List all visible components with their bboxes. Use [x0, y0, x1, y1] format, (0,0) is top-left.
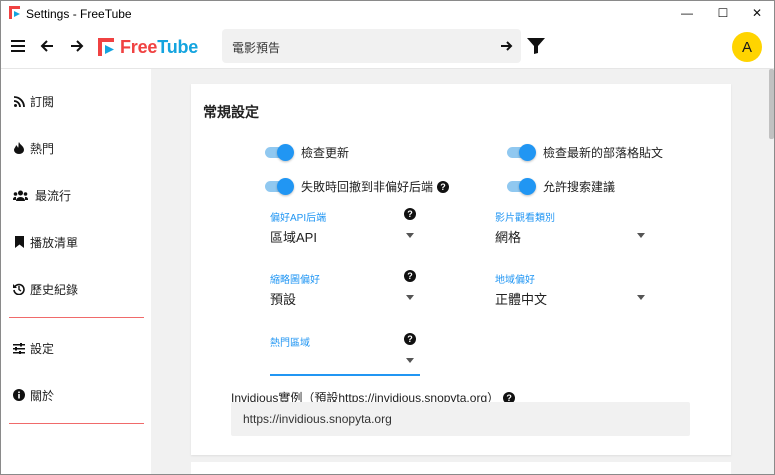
dropdown-arrow-icon [406, 233, 414, 238]
help-icon[interactable]: ? [437, 180, 450, 193]
sidebar-item-label: 播放清單 [30, 235, 79, 250]
toggle-track [507, 144, 536, 161]
window-title: Settings - FreeTube [26, 7, 132, 21]
sidebar-divider [9, 317, 144, 318]
select-value: 區域API [270, 230, 317, 245]
arrow-right-icon [71, 40, 84, 52]
sliders-icon [13, 342, 25, 354]
filter-icon[interactable] [527, 38, 545, 54]
avatar[interactable]: A [732, 32, 762, 62]
toggle-label: 檢查更新 [301, 146, 350, 160]
toggle-knob [277, 144, 294, 161]
search-input[interactable] [232, 38, 492, 56]
help-icon[interactable]: ? [404, 208, 416, 220]
history-icon [13, 283, 25, 295]
invidious-field [231, 402, 690, 436]
dropdown-arrow-icon [406, 358, 414, 363]
toggle-label: 失敗時回撤到非偏好后端 [301, 180, 434, 194]
sidebar-item-label: 熱門 [30, 141, 55, 156]
sidebar: 訂閱 熱門 最流行 播放清單 歷史紀錄 設定 關於 [1, 69, 151, 474]
invidious-input[interactable] [243, 410, 673, 428]
sidebar-item-history[interactable]: 歷史紀錄 [1, 274, 151, 304]
next-settings-card [191, 462, 731, 474]
scrollbar-thumb[interactable] [769, 69, 774, 139]
close-button[interactable]: ✕ [738, 1, 774, 25]
select-value: 正體中文 [495, 292, 548, 307]
minimize-icon: — [681, 6, 693, 20]
toggle-knob [519, 144, 536, 161]
toggle-check-updates[interactable]: 檢查更新 [265, 144, 349, 161]
rss-icon [13, 95, 25, 107]
select-label: 縮略圖偏好 [270, 275, 320, 286]
sidebar-item-label: 歷史紀錄 [30, 282, 79, 297]
toggle-fallback-backend[interactable]: 失敗時回撤到非偏好后端 ? [265, 178, 450, 195]
sidebar-item-playlists[interactable]: 播放清單 [1, 227, 151, 257]
forward-button[interactable] [66, 35, 88, 57]
select-label: 偏好API后端 [270, 213, 327, 224]
maximize-icon: ☐ [717, 6, 729, 20]
sidebar-item-about[interactable]: 關於 [1, 380, 151, 410]
back-button[interactable] [36, 35, 58, 57]
search-go-icon[interactable] [499, 38, 515, 54]
toggle-track [265, 178, 294, 195]
sidebar-item-trending[interactable]: 熱門 [1, 133, 151, 163]
logo-mark-icon [98, 38, 114, 56]
dropdown-arrow-icon [637, 295, 645, 300]
sidebar-item-label: 設定 [30, 341, 55, 356]
help-icon[interactable]: ? [404, 333, 416, 345]
fire-icon [13, 142, 25, 154]
sidebar-item-label: 關於 [30, 388, 55, 403]
toggle-track [507, 178, 536, 195]
sidebar-item-label: 最流行 [35, 188, 72, 203]
menu-button[interactable] [7, 35, 29, 57]
dropdown-arrow-icon [637, 233, 645, 238]
close-icon: ✕ [751, 6, 763, 20]
sidebar-item-popular[interactable]: 最流行 [1, 180, 151, 210]
info-icon [13, 389, 25, 401]
top-nav: FreeTube A [1, 25, 774, 69]
select-label: 熱門區域 [270, 338, 310, 349]
focus-underline [270, 374, 420, 376]
arrow-left-icon [40, 40, 53, 52]
toggle-knob [519, 178, 536, 195]
logo-free: Free [120, 36, 158, 57]
logo-tube: Tube [157, 36, 199, 57]
logo-text: FreeTube [120, 37, 198, 58]
scrollbar[interactable] [768, 69, 774, 474]
toggle-knob [277, 178, 294, 195]
hamburger-icon [11, 40, 25, 52]
search-box [222, 29, 521, 63]
main-content: 常規設定 檢查更新 檢查最新的部落格貼文 失敗時回撤到非偏好后端 ? 允許搜索建… [151, 69, 768, 474]
section-title: 常規設定 [203, 104, 259, 120]
toggle-track [265, 144, 294, 161]
toggle-check-blog[interactable]: 檢查最新的部落格貼文 [507, 144, 663, 161]
help-icon[interactable]: ? [404, 270, 416, 282]
bookmark-icon [13, 236, 25, 248]
sidebar-item-settings[interactable]: 設定 [1, 333, 151, 363]
users-icon [12, 189, 28, 201]
title-bar: Settings - FreeTube — ☐ ✕ [1, 1, 774, 25]
select-value: 網格 [495, 230, 522, 245]
sidebar-divider [9, 423, 144, 424]
dropdown-arrow-icon [406, 295, 414, 300]
toggle-label: 檢查最新的部落格貼文 [543, 146, 664, 160]
minimize-button[interactable]: — [668, 1, 706, 25]
freetube-logo[interactable]: FreeTube [98, 37, 198, 57]
select-value: 預設 [270, 292, 297, 307]
select-label: 地域偏好 [495, 275, 535, 286]
select-label: 影片觀看類別 [495, 213, 555, 224]
maximize-button[interactable]: ☐ [704, 1, 742, 25]
toggle-label: 允許搜索建議 [543, 180, 616, 194]
toggle-search-suggestions[interactable]: 允許搜索建議 [507, 178, 615, 195]
sidebar-item-subscriptions[interactable]: 訂閱 [1, 86, 151, 116]
general-settings-card: 常規設定 檢查更新 檢查最新的部落格貼文 失敗時回撤到非偏好后端 ? 允許搜索建… [191, 84, 731, 455]
freetube-app-icon [9, 6, 20, 19]
app-window: Settings - FreeTube — ☐ ✕ FreeTube 電影預告 … [0, 0, 775, 475]
sidebar-item-label: 訂閱 [30, 94, 55, 109]
